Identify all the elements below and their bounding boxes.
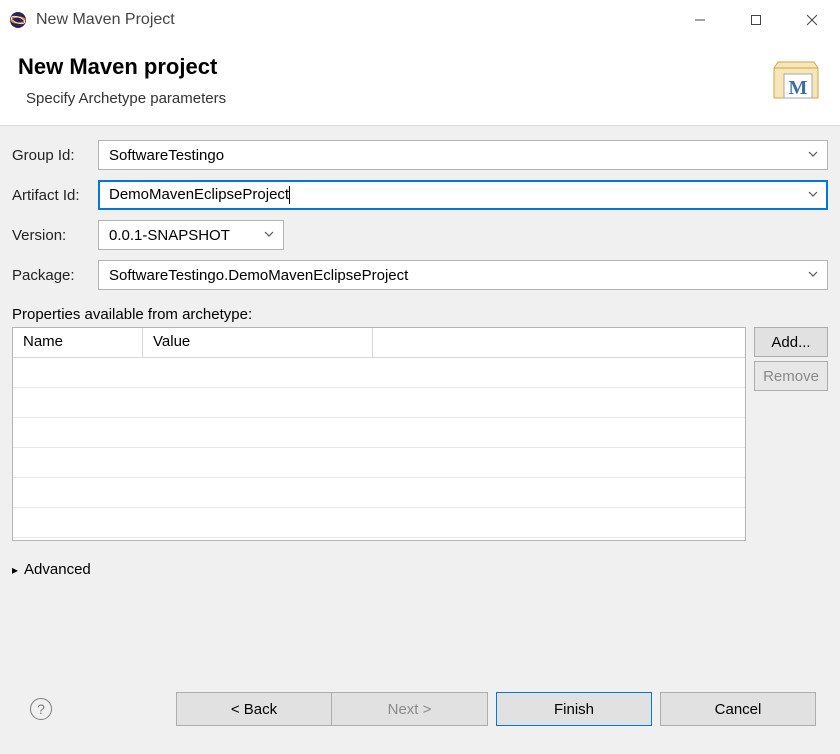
- column-rest: [373, 328, 745, 358]
- properties-label: Properties available from archetype:: [12, 306, 828, 323]
- table-row[interactable]: [13, 478, 745, 508]
- artifact-id-combo[interactable]: DemoMavenEclipseProject: [98, 180, 828, 210]
- table-row[interactable]: [13, 448, 745, 478]
- advanced-expander[interactable]: ▸ Advanced: [12, 561, 828, 578]
- cancel-button[interactable]: Cancel: [660, 692, 816, 726]
- package-value: SoftwareTestingo.DemoMavenEclipseProject: [109, 267, 408, 284]
- advanced-label: Advanced: [24, 561, 91, 578]
- artifact-id-label: Artifact Id:: [12, 187, 98, 204]
- properties-table[interactable]: Name Value: [12, 327, 746, 541]
- maven-icon: M: [770, 56, 822, 104]
- title-bar: New Maven Project: [0, 0, 840, 40]
- wizard-header: New Maven project Specify Archetype para…: [0, 40, 840, 125]
- minimize-button[interactable]: [672, 0, 728, 40]
- group-id-label: Group Id:: [12, 147, 98, 164]
- window-title: New Maven Project: [36, 11, 175, 29]
- page-title: New Maven project: [18, 54, 770, 80]
- group-id-value: SoftwareTestingo: [109, 147, 224, 164]
- column-value[interactable]: Value: [143, 328, 373, 358]
- close-button[interactable]: [784, 0, 840, 40]
- button-bar: ? < Back Next > Finish Cancel: [12, 676, 828, 742]
- package-label: Package:: [12, 267, 98, 284]
- chevron-down-icon: [807, 147, 819, 164]
- eclipse-icon: [8, 10, 28, 30]
- chevron-down-icon: [807, 267, 819, 284]
- group-id-combo[interactable]: SoftwareTestingo: [98, 140, 828, 170]
- package-combo[interactable]: SoftwareTestingo.DemoMavenEclipseProject: [98, 260, 828, 290]
- version-combo[interactable]: 0.0.1-SNAPSHOT: [98, 220, 284, 250]
- chevron-down-icon: [807, 187, 819, 204]
- svg-text:M: M: [789, 77, 808, 99]
- table-row[interactable]: [13, 358, 745, 388]
- table-row[interactable]: [13, 508, 745, 538]
- text-cursor: [289, 186, 290, 204]
- finish-button[interactable]: Finish: [496, 692, 652, 726]
- next-button: Next >: [332, 692, 488, 726]
- add-button[interactable]: Add...: [754, 327, 828, 357]
- version-label: Version:: [12, 227, 98, 244]
- maximize-button[interactable]: [728, 0, 784, 40]
- table-row[interactable]: [13, 418, 745, 448]
- column-name[interactable]: Name: [13, 328, 143, 358]
- artifact-id-value: DemoMavenEclipseProject: [109, 186, 290, 204]
- triangle-right-icon: ▸: [12, 563, 18, 577]
- version-value: 0.0.1-SNAPSHOT: [109, 227, 230, 244]
- help-icon[interactable]: ?: [30, 698, 52, 720]
- table-row[interactable]: [13, 388, 745, 418]
- form-area: Group Id: SoftwareTestingo Artifact Id: …: [0, 125, 840, 754]
- back-button[interactable]: < Back: [176, 692, 332, 726]
- remove-button[interactable]: Remove: [754, 361, 828, 391]
- page-subtitle: Specify Archetype parameters: [18, 90, 770, 107]
- table-header: Name Value: [13, 328, 745, 358]
- chevron-down-icon: [263, 227, 275, 244]
